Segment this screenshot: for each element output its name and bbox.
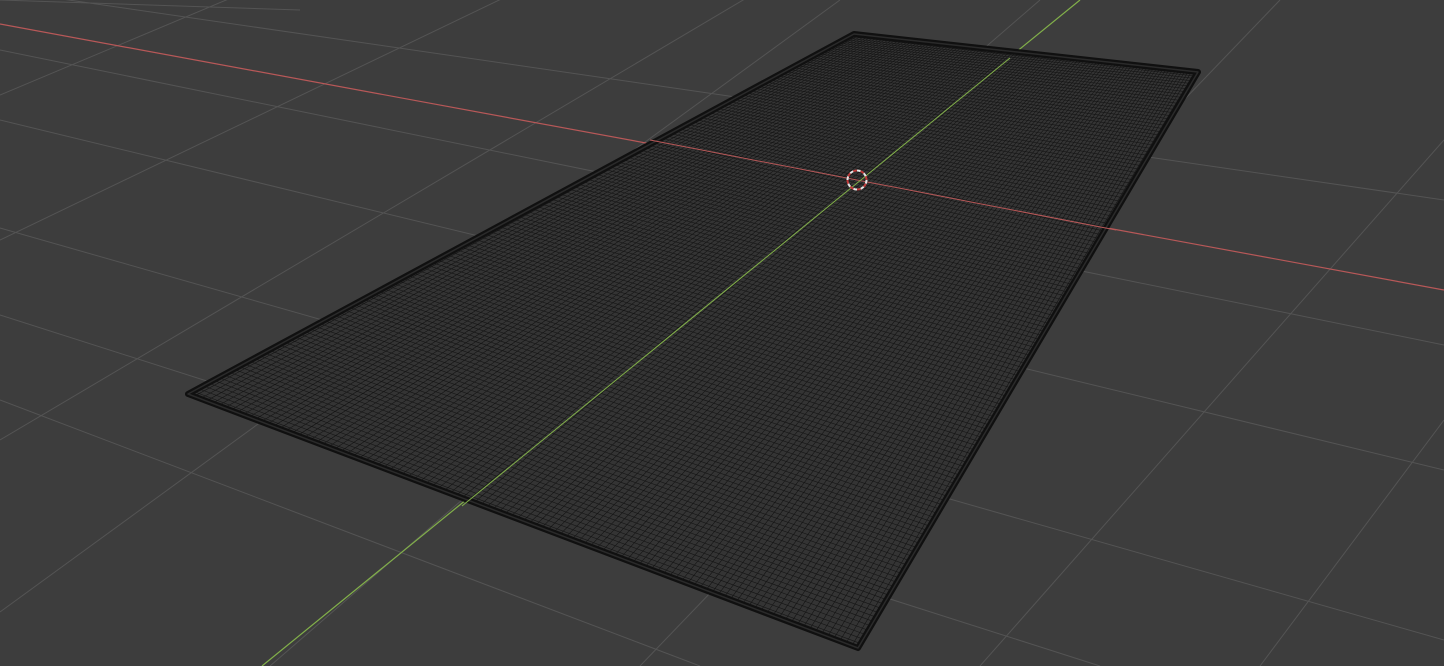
- viewport-canvas[interactable]: [0, 0, 1444, 666]
- grid-line: [1259, 419, 1444, 666]
- mesh-object[interactable]: [185, 31, 1201, 651]
- 3d-viewport[interactable]: [0, 0, 1444, 666]
- grid-line: [0, 0, 501, 241]
- grid-line: [0, 0, 301, 11]
